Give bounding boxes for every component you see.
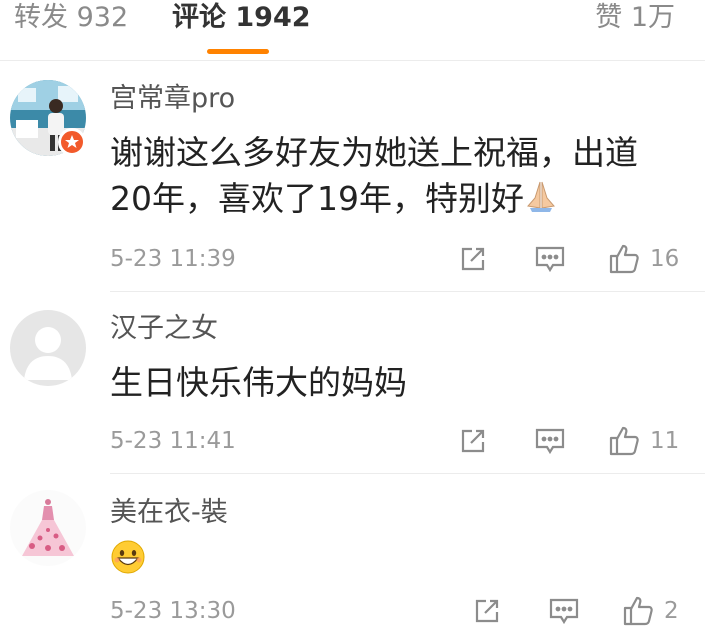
repost-button[interactable] bbox=[472, 594, 502, 628]
comment-icon bbox=[549, 598, 579, 625]
grinning-face-emoji bbox=[110, 539, 146, 587]
comment-text-body: 谢谢这么多好友为她送上祝福，出道20年，喜欢了19年，特别好 bbox=[110, 133, 638, 218]
reply-button[interactable] bbox=[534, 424, 566, 458]
like-count: 2 bbox=[664, 598, 679, 624]
avatar[interactable] bbox=[10, 490, 86, 566]
share-icon bbox=[475, 599, 499, 623]
comment-time: 5-23 13:30 bbox=[110, 598, 236, 624]
avatar[interactable] bbox=[10, 310, 86, 386]
like-count: 11 bbox=[650, 428, 680, 454]
tab-divider bbox=[0, 60, 705, 61]
tab-comments[interactable]: 评论 1942 bbox=[172, 0, 311, 36]
repost-button[interactable] bbox=[458, 242, 488, 276]
username[interactable]: 汉子之女 bbox=[110, 312, 218, 346]
reply-button[interactable] bbox=[548, 594, 580, 628]
comment-meta: 5-23 11:39 16 bbox=[110, 242, 685, 276]
thumbs-up-icon bbox=[609, 244, 639, 274]
comment-time: 5-23 11:39 bbox=[110, 246, 236, 272]
share-icon bbox=[461, 247, 485, 271]
comment-item: 宫常章pro 谢谢这么多好友为她送上祝福，出道20年，喜欢了19年，特别好 5-… bbox=[0, 70, 705, 291]
like-button[interactable]: 2 bbox=[622, 594, 679, 628]
folded-hands-emoji bbox=[524, 178, 558, 224]
tab-repost[interactable]: 转发 932 bbox=[14, 0, 128, 36]
username[interactable]: 宫常章pro bbox=[110, 82, 235, 116]
username[interactable]: 美在衣-裝 bbox=[110, 496, 228, 530]
share-icon bbox=[461, 429, 485, 453]
comment-tabs: 转发 932 评论 1942 赞 1万 bbox=[0, 0, 705, 58]
reply-button[interactable] bbox=[534, 242, 566, 276]
comment-text bbox=[110, 538, 670, 587]
comment-time: 5-23 11:41 bbox=[110, 428, 236, 454]
thumbs-up-icon bbox=[609, 426, 639, 456]
tab-likes[interactable]: 赞 1万 bbox=[595, 0, 675, 36]
active-tab-indicator bbox=[207, 49, 269, 54]
comment-icon bbox=[535, 246, 565, 273]
comment-meta: 5-23 11:41 11 bbox=[110, 424, 685, 458]
like-button[interactable]: 11 bbox=[608, 424, 679, 458]
like-count: 16 bbox=[650, 246, 680, 272]
thumbs-up-icon bbox=[623, 596, 653, 626]
comment-icon bbox=[535, 428, 565, 455]
verified-badge-icon bbox=[58, 128, 86, 156]
comment-item: 美在衣-裝 5-23 13:30 2 bbox=[0, 474, 705, 638]
comment-text: 谢谢这么多好友为她送上祝福，出道20年，喜欢了19年，特别好 bbox=[110, 130, 670, 224]
like-button[interactable]: 16 bbox=[608, 242, 679, 276]
comment-item: 汉子之女 生日快乐伟大的妈妈 5-23 11:41 11 bbox=[0, 292, 705, 473]
comment-meta: 5-23 13:30 2 bbox=[110, 594, 685, 628]
comment-text: 生日快乐伟大的妈妈 bbox=[110, 363, 407, 402]
repost-button[interactable] bbox=[458, 424, 488, 458]
